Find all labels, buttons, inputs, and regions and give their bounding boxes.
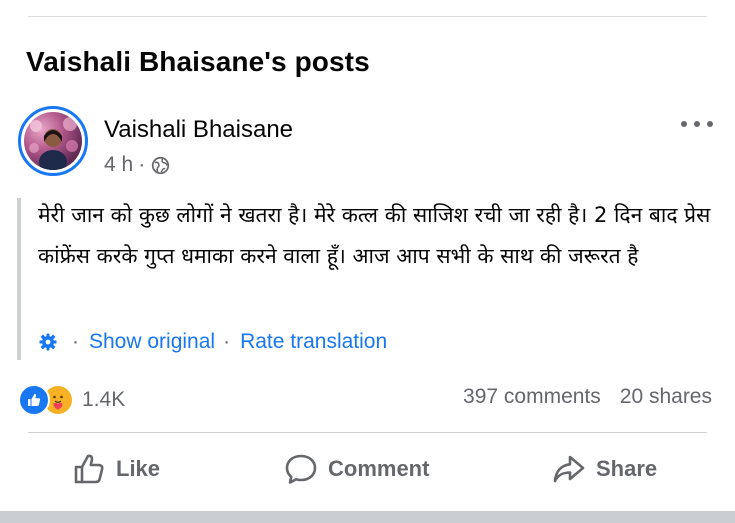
avatar-image (24, 112, 82, 170)
engagement-counts: 397 comments 20 shares (463, 385, 712, 409)
avatar[interactable] (18, 106, 88, 176)
meta-separator: · (138, 153, 146, 176)
page-title: Vaishali Bhaisane's posts (26, 46, 370, 77)
post-meta: 4 h · (104, 153, 170, 177)
share-icon (553, 455, 585, 483)
like-label: Like (116, 456, 161, 481)
top-divider (28, 16, 707, 17)
share-button[interactable]: Share (552, 452, 657, 486)
action-bar: Like Comment Share (0, 446, 735, 496)
more-dot (707, 121, 713, 127)
post-time[interactable]: 4 h (104, 153, 133, 177)
comment-icon (285, 454, 317, 484)
like-button[interactable]: Like (72, 452, 160, 486)
show-original-link[interactable]: Show original (89, 330, 215, 354)
author-name[interactable]: Vaishali Bhaisane (104, 116, 293, 144)
gear-icon (38, 332, 58, 352)
feed-separator (0, 511, 735, 523)
comment-button[interactable]: Comment (284, 452, 429, 486)
translation-separator: · (223, 330, 231, 353)
more-dot (694, 121, 700, 127)
more-dot (681, 121, 687, 127)
like-reaction-icon (18, 384, 50, 416)
shares-count[interactable]: 20 shares (620, 385, 712, 409)
translation-separator: · (72, 330, 79, 353)
share-label: Share (596, 456, 658, 481)
translation-row: · Show original · Rate translation (38, 330, 387, 354)
more-icon[interactable] (681, 116, 713, 132)
action-divider (28, 432, 707, 433)
quote-bar (17, 198, 21, 360)
comment-label: Comment (328, 456, 430, 481)
thumbs-up-icon (74, 454, 104, 484)
reactions-summary[interactable]: 1.4K (18, 384, 125, 416)
reaction-count: 1.4K (82, 388, 126, 411)
globe-icon (151, 156, 170, 175)
post-text: मेरी जान को कुछ लोगों ने खतरा है। मेरे क… (38, 203, 711, 268)
comments-count[interactable]: 397 comments (463, 385, 601, 409)
rate-translation-link[interactable]: Rate translation (240, 330, 387, 354)
